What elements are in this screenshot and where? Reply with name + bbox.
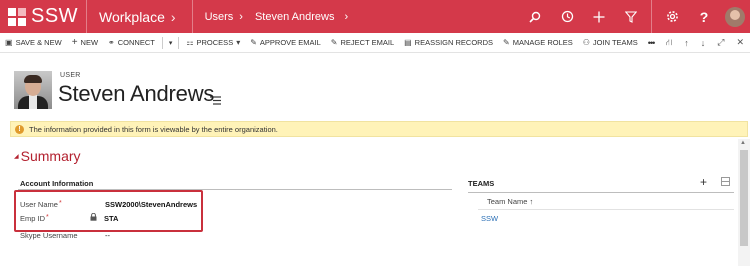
- grid-view-icon[interactable]: [721, 177, 730, 186]
- process-label: PROCESS: [196, 38, 234, 47]
- breadcrumb-record-label: Steven Andrews: [254, 10, 335, 23]
- record-header: USER Steven Andrews: [0, 54, 750, 116]
- topbar-actions: ?: [519, 0, 750, 33]
- scrollbar[interactable]: ▲: [738, 139, 750, 266]
- breadcrumb-record[interactable]: Steven Andrews ›: [253, 0, 358, 33]
- team-name-column-header[interactable]: Team Name ↑: [487, 197, 533, 206]
- notification-text: The information provided in this form is…: [29, 124, 278, 134]
- scroll-up-icon[interactable]: ▲: [740, 140, 746, 146]
- new-label: NEW: [80, 38, 99, 47]
- nav-divider: [651, 0, 652, 33]
- approve-email-label: APPROVE EMAIL: [259, 38, 321, 47]
- record-title: Steven Andrews: [58, 81, 215, 106]
- add-team-icon[interactable]: +: [700, 175, 707, 189]
- add-icon[interactable]: [583, 0, 615, 33]
- settings-icon[interactable]: [656, 0, 688, 33]
- highlight-box: [14, 190, 203, 232]
- connect-label: CONNECT: [117, 38, 155, 47]
- close-icon[interactable]: ✕: [730, 33, 750, 53]
- approve-email-icon: ✎: [250, 38, 257, 47]
- notification-bar: ! The information provided in this form …: [10, 121, 748, 137]
- breadcrumb-users-label: Users: [204, 10, 234, 23]
- ssw-logo[interactable]: SSW: [0, 0, 86, 33]
- warning-icon: !: [15, 124, 24, 134]
- chevron-right-icon: ›: [344, 10, 349, 23]
- arrow-down-icon[interactable]: ↓: [695, 33, 712, 53]
- connect-dropdown-icon[interactable]: ▾: [165, 39, 177, 47]
- teams-divider: [468, 192, 734, 193]
- history-icon[interactable]: [551, 0, 583, 33]
- reject-email-icon: ✎: [330, 38, 338, 47]
- manage-roles-label: MANAGE ROLES: [512, 38, 573, 47]
- record-selector-icon[interactable]: [210, 96, 221, 108]
- more-commands-button[interactable]: •••: [643, 33, 659, 53]
- join-teams-icon: ⚇: [582, 38, 590, 47]
- connect-button[interactable]: ⚭ CONNECT: [103, 33, 160, 53]
- account-information-title: Account Information: [20, 179, 94, 188]
- manage-roles-icon: ✎: [503, 38, 510, 47]
- manage-roles-button[interactable]: ✎ MANAGE ROLES: [498, 33, 578, 53]
- join-teams-button[interactable]: ⚇ JOIN TEAMS: [578, 33, 643, 53]
- command-bar: ▣ SAVE & NEW + NEW ⚭ CONNECT ▾ ⚏ PROCESS…: [0, 33, 750, 53]
- chevron-right-icon: ›: [170, 8, 176, 25]
- chevron-right-icon: ›: [239, 10, 243, 23]
- reassign-icon: ▤: [404, 38, 412, 47]
- new-button[interactable]: + NEW: [67, 33, 103, 53]
- user-photo[interactable]: [14, 71, 52, 109]
- plus-icon: +: [71, 37, 78, 48]
- teams-column-divider: [478, 209, 734, 210]
- reassign-records-label: REASSIGN RECORDS: [414, 38, 494, 47]
- app-name-menu[interactable]: Workplace ›: [87, 0, 192, 33]
- command-separator: [178, 36, 180, 49]
- record-navigation: ⛙ ↑ ↓ ⤢ ✕: [660, 33, 750, 53]
- save-and-new-label: SAVE & NEW: [15, 38, 62, 47]
- reassign-records-button[interactable]: ▤ REASSIGN RECORDS: [399, 33, 498, 53]
- approve-email-button[interactable]: ✎ APPROVE EMAIL: [245, 33, 326, 53]
- breadcrumb-users[interactable]: Users ›: [193, 0, 253, 33]
- more-icon: •••: [647, 37, 656, 48]
- user-avatar[interactable]: [720, 0, 750, 33]
- command-separator: [161, 36, 163, 49]
- chevron-down-icon: ▾: [236, 38, 241, 47]
- process-icon: ⚏: [186, 38, 194, 47]
- team-link[interactable]: SSW: [481, 214, 498, 223]
- scrollbar-thumb[interactable]: [740, 150, 748, 246]
- collapse-triangle-icon: ◢: [14, 153, 19, 160]
- teams-title: TEAMS: [468, 179, 495, 188]
- reject-email-button[interactable]: ✎ REJECT EMAIL: [326, 33, 399, 53]
- arrow-up-icon[interactable]: ↑: [678, 33, 695, 53]
- app-name: Workplace: [99, 8, 165, 25]
- connect-icon: ⚭: [108, 38, 115, 47]
- ssw-logo-mark: [8, 7, 26, 26]
- save-and-new-button[interactable]: ▣ SAVE & NEW: [0, 33, 67, 53]
- summary-tab-header[interactable]: ◢ Summary: [14, 148, 81, 164]
- help-icon[interactable]: ?: [688, 0, 720, 33]
- expand-icon[interactable]: ⤢: [711, 33, 730, 53]
- search-icon[interactable]: [519, 0, 551, 33]
- save-new-icon: ▣: [5, 38, 13, 47]
- org-chart-icon[interactable]: ⛙: [660, 33, 678, 53]
- join-teams-label: JOIN TEAMS: [592, 38, 638, 47]
- process-button[interactable]: ⚏ PROCESS ▾: [181, 33, 245, 53]
- top-navigation-bar: SSW Workplace › Users › Steven Andrews ›…: [0, 0, 750, 33]
- reject-email-label: REJECT EMAIL: [340, 38, 395, 47]
- filter-icon[interactable]: [615, 0, 647, 33]
- brand-name: SSW: [31, 5, 79, 27]
- summary-title: Summary: [20, 148, 81, 164]
- entity-type-label: USER: [60, 72, 81, 79]
